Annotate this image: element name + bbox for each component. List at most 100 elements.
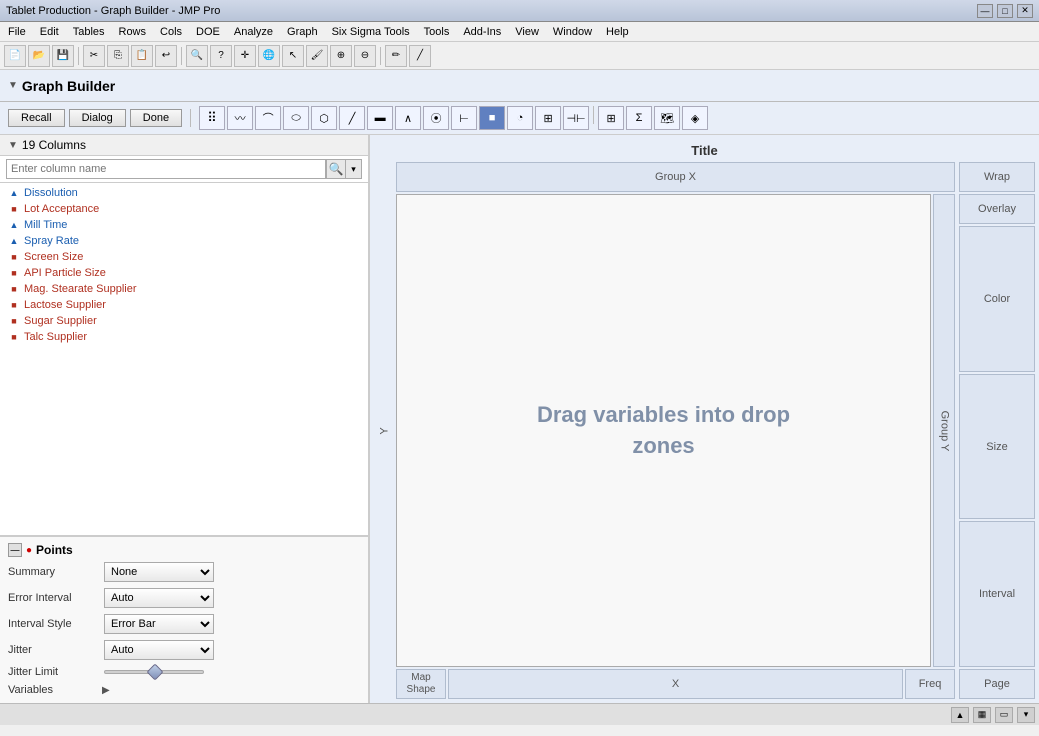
table-type-button[interactable]: ⊞ — [598, 106, 624, 130]
zoom-out-button[interactable]: ⊖ — [354, 45, 376, 67]
points-collapse-button[interactable]: — — [8, 543, 22, 557]
area-type-button[interactable]: ∧ — [395, 106, 421, 130]
menu-view[interactable]: View — [509, 24, 545, 40]
move-button[interactable]: ✛ — [234, 45, 256, 67]
cut-button[interactable]: ✂ — [83, 45, 105, 67]
jitter-select[interactable]: Auto None — [104, 640, 214, 660]
plot-canvas[interactable]: Drag variables into drop zones — [396, 194, 931, 667]
status-grid-button[interactable]: ▦ — [973, 707, 991, 723]
maximize-button[interactable]: □ — [997, 4, 1013, 18]
status-dropdown-button[interactable]: ▾ — [1017, 707, 1035, 723]
search-input[interactable] — [6, 159, 326, 179]
recall-button[interactable]: Recall — [8, 109, 65, 127]
minimize-button[interactable]: — — [977, 4, 993, 18]
wrap-zone[interactable]: Wrap — [959, 162, 1035, 192]
zoom-button[interactable]: 🔍 — [186, 45, 208, 67]
menu-analyze[interactable]: Analyze — [228, 24, 279, 40]
freq-zone[interactable]: Freq — [905, 669, 955, 699]
select-button[interactable]: ↖ — [282, 45, 304, 67]
network-type-button[interactable]: ◈ — [682, 106, 708, 130]
group-x-zone[interactable]: Group X — [396, 162, 955, 192]
gradient-type-button[interactable]: ■ — [479, 106, 505, 130]
slider-track[interactable] — [104, 670, 204, 674]
new-button[interactable]: 📄 — [4, 45, 26, 67]
list-item[interactable]: ■ Mag. Stearate Supplier — [0, 281, 368, 297]
column-name: Mill Time — [24, 219, 67, 231]
line-type-button[interactable]: ╱ — [339, 106, 365, 130]
list-item[interactable]: ▲ Spray Rate — [0, 233, 368, 249]
menu-sixsigma[interactable]: Six Sigma Tools — [326, 24, 416, 40]
status-window-button[interactable]: ▭ — [995, 707, 1013, 723]
list-item[interactable]: ■ Sugar Supplier — [0, 313, 368, 329]
pencil-button[interactable]: ✏ — [385, 45, 407, 67]
menu-tables[interactable]: Tables — [67, 24, 111, 40]
globe-button[interactable]: 🌐 — [258, 45, 280, 67]
menu-file[interactable]: File — [2, 24, 32, 40]
treemap-type-button[interactable]: ⊞ — [535, 106, 561, 130]
search-dropdown[interactable]: ▾ — [346, 159, 362, 179]
summary-type-button[interactable]: Σ — [626, 106, 652, 130]
slider-thumb[interactable] — [147, 664, 164, 681]
paste-button[interactable]: 📋 — [131, 45, 153, 67]
close-button[interactable]: ✕ — [1017, 4, 1033, 18]
group-y-zone[interactable]: Group Y — [933, 194, 955, 667]
menu-window[interactable]: Window — [547, 24, 598, 40]
page-zone[interactable]: Page — [959, 669, 1035, 699]
bar-type-button[interactable]: ▬ — [367, 106, 393, 130]
open-button[interactable]: 📂 — [28, 45, 50, 67]
graph-type-toolbar: ⠿ 〰 ⌒ ⬭ ⬡ ╱ ▬ ∧ ⦿ ⊢ ■ ◔ ⊞ ⊣⊢ ⊞ Σ 🗺 ◈ — [199, 106, 708, 130]
jitter-limit-slider[interactable] — [104, 670, 204, 674]
summary-select[interactable]: None Mean Median — [104, 562, 214, 582]
menu-cols[interactable]: Cols — [154, 24, 188, 40]
menu-graph[interactable]: Graph — [281, 24, 324, 40]
menu-tools[interactable]: Tools — [418, 24, 456, 40]
variables-expand-icon[interactable]: ▶ — [102, 685, 110, 696]
range-type-button[interactable]: ⦿ — [423, 106, 449, 130]
list-item[interactable]: ■ Lactose Supplier — [0, 297, 368, 313]
brush-button[interactable]: 🖌 — [306, 45, 328, 67]
menu-doe[interactable]: DOE — [190, 24, 226, 40]
overlay-zone[interactable]: Overlay — [959, 194, 1035, 224]
menu-help[interactable]: Help — [600, 24, 635, 40]
menu-addins[interactable]: Add-Ins — [457, 24, 507, 40]
line-button[interactable]: ╱ — [409, 45, 431, 67]
dialog-button[interactable]: Dialog — [69, 109, 126, 127]
copy-button[interactable]: ⎘ — [107, 45, 129, 67]
search-button[interactable]: 🔍 — [326, 159, 346, 179]
columns-collapse-icon[interactable]: ▼ — [8, 140, 18, 151]
ellipse-type-button[interactable]: ⬭ — [283, 106, 309, 130]
contour-type-button[interactable]: ⌒ — [255, 106, 281, 130]
hex-type-button[interactable]: ⬡ — [311, 106, 337, 130]
done-button[interactable]: Done — [130, 109, 182, 127]
list-item[interactable]: ■ Talc Supplier — [0, 329, 368, 345]
list-item[interactable]: ■ API Particle Size — [0, 265, 368, 281]
cloud-type-button[interactable]: 〰 — [227, 106, 253, 130]
help-toolbar-button[interactable]: ? — [210, 45, 232, 67]
list-item[interactable]: ■ Screen Size — [0, 249, 368, 265]
parallel-type-button[interactable]: ⊣⊢ — [563, 106, 589, 130]
interval-style-select[interactable]: Error Bar Line — [104, 614, 214, 634]
list-item[interactable]: ▲ Dissolution — [0, 185, 368, 201]
status-up-button[interactable]: ▲ — [951, 707, 969, 723]
save-button[interactable]: 💾 — [52, 45, 74, 67]
whisker-type-button[interactable]: ⊢ — [451, 106, 477, 130]
interval-zone[interactable]: Interval — [959, 521, 1035, 667]
x-zone[interactable]: X — [448, 669, 903, 699]
list-item[interactable]: ■ Lot Acceptance — [0, 201, 368, 217]
points-type-button[interactable]: ⠿ — [199, 106, 225, 130]
menu-edit[interactable]: Edit — [34, 24, 65, 40]
continuous-icon: ▲ — [8, 219, 20, 231]
pie-type-button[interactable]: ◔ — [507, 106, 533, 130]
zoom-in-button[interactable]: ⊕ — [330, 45, 352, 67]
undo-button[interactable]: ↩ — [155, 45, 177, 67]
menu-rows[interactable]: Rows — [113, 24, 153, 40]
map-type-button[interactable]: 🗺 — [654, 106, 680, 130]
error-interval-row: Error Interval Auto None — [8, 585, 360, 611]
map-shape-zone[interactable]: Map Shape — [396, 669, 446, 699]
list-item[interactable]: ▲ Mill Time — [0, 217, 368, 233]
gb-collapse-icon[interactable]: ▼ — [8, 80, 18, 91]
error-interval-select[interactable]: Auto None — [104, 588, 214, 608]
size-zone[interactable]: Size — [959, 374, 1035, 520]
drag-hint: Drag variables into drop zones — [537, 400, 790, 462]
color-zone[interactable]: Color — [959, 226, 1035, 372]
